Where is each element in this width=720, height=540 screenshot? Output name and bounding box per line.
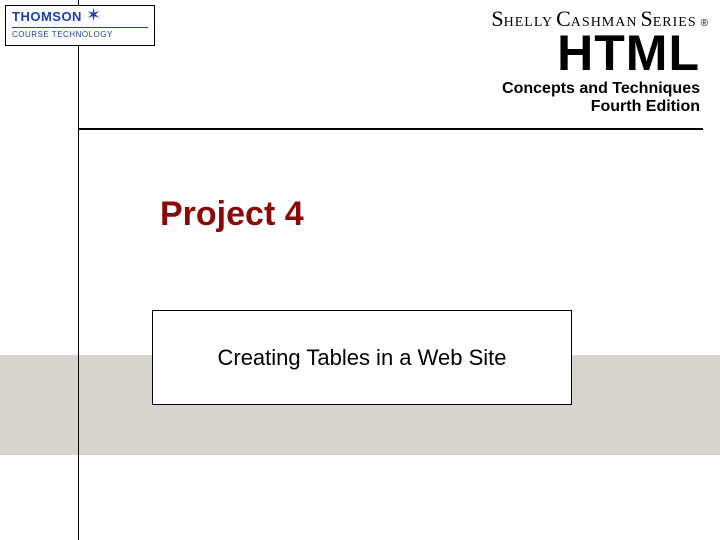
book-edition: Fourth Edition — [502, 98, 700, 116]
publisher-divider — [12, 27, 148, 28]
publisher-division: COURSE TECHNOLOGY — [12, 30, 148, 39]
vertical-rule — [78, 0, 79, 540]
registered-icon: ® — [701, 18, 708, 29]
publisher-logo-box: THOMSON ✶ COURSE TECHNOLOGY — [5, 5, 155, 46]
chapter-title: Creating Tables in a Web Site — [217, 345, 506, 371]
chapter-title-box: Creating Tables in a Web Site — [152, 310, 572, 405]
book-subtitle: Concepts and Techniques — [502, 80, 700, 98]
book-title: HTML — [502, 28, 700, 78]
publisher-brand: THOMSON — [12, 9, 82, 24]
series-logo: SHELLY CASHMAN SERIES ® — [491, 6, 708, 32]
title-block: HTML Concepts and Techniques Fourth Edit… — [502, 28, 700, 116]
star-icon: ✶ — [86, 9, 101, 22]
title-rule — [79, 128, 703, 130]
project-label: Project 4 — [160, 195, 304, 234]
